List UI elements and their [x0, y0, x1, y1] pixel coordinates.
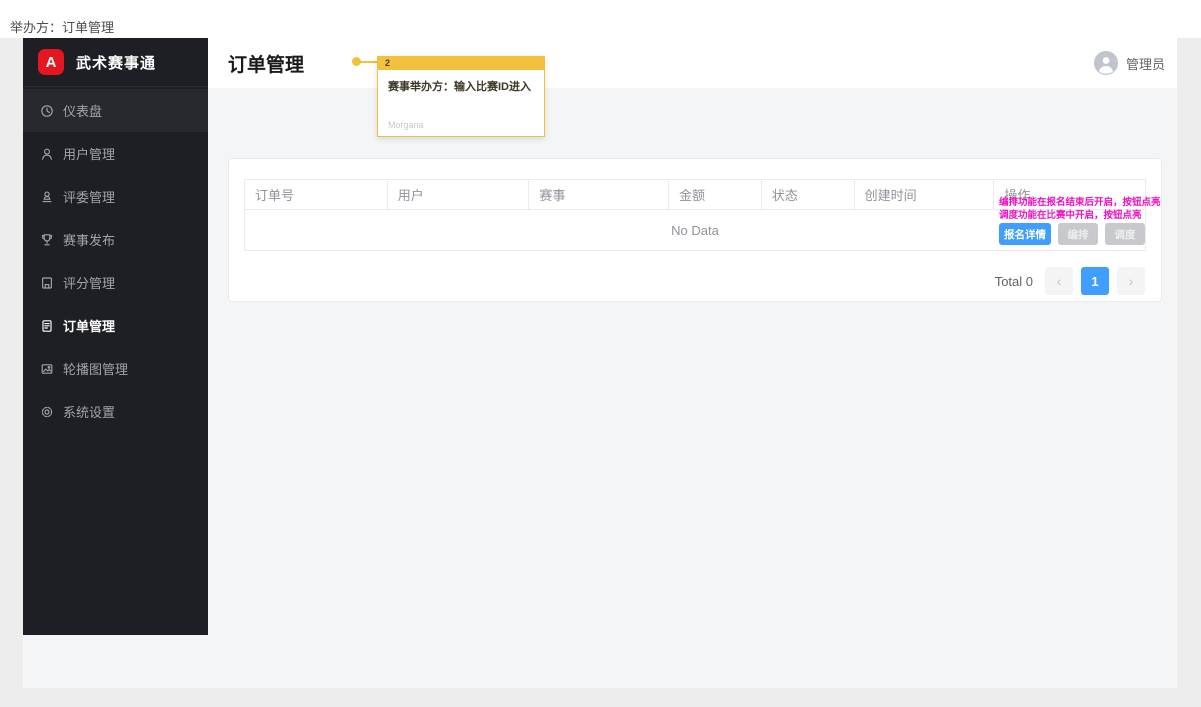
judge-icon — [40, 190, 54, 204]
app-title: 武术赛事通 — [76, 54, 157, 72]
sidebar: A 武术赛事通 仪表盘用户管理评委管理赛事发布评分管理订单管理轮播图管理系统设置 — [23, 38, 208, 635]
sidebar-item-orders[interactable]: 订单管理 — [23, 304, 208, 347]
operation-note: 编排功能在报名结束后开启，按钮点亮 调度功能在比赛中开启，按钮点亮 — [999, 197, 1161, 222]
annotation-tooltip: 2 赛事举办方：输入比赛ID进入 Morgana — [377, 56, 545, 137]
orders-card: 订单号 用户 赛事 金额 状态 创建时间 操作 No Data 编排功能在报名结束后开启，按… — [228, 158, 1162, 302]
pagination: Total 0 ‹ 1 › — [995, 267, 1145, 295]
order-icon — [40, 319, 54, 333]
avatar-icon — [1093, 51, 1118, 75]
arrange-button: 编排 — [1058, 223, 1098, 245]
dashboard-icon — [40, 104, 54, 118]
signup-detail-button[interactable]: 报名详情 — [999, 223, 1051, 245]
sidebar-menu: 仪表盘用户管理评委管理赛事发布评分管理订单管理轮播图管理系统设置 — [23, 87, 208, 433]
user-icon — [40, 147, 54, 161]
sidebar-item-label: 用户管理 — [63, 147, 116, 162]
operation-note-line1: 编排功能在报名结束后开启，按钮点亮 — [999, 197, 1161, 208]
page-1-button[interactable]: 1 — [1081, 267, 1109, 295]
app-frame: A 武术赛事通 仪表盘 用户管理 评委管理 赛事发布 评分管理 订单管理 轮播图管理 系统设置… — [23, 38, 1177, 688]
sidebar-item-label: 订单管理 — [63, 319, 116, 334]
annotation-line — [358, 60, 378, 63]
dispatch-button: 调度 — [1105, 223, 1145, 245]
settings-icon — [40, 405, 54, 419]
page-caption: 举办方：订单管理 — [10, 20, 115, 35]
page-caption-bar: 举办方：订单管理 — [0, 0, 1201, 38]
sidebar-item-dashboard[interactable]: 仪表盘 — [23, 89, 208, 132]
carousel-icon — [40, 362, 54, 376]
column-header-1: 订单号 — [245, 180, 388, 209]
next-page-button[interactable]: › — [1117, 267, 1145, 295]
sidebar-item-label: 赛事发布 — [63, 233, 116, 248]
pagination-total: Total 0 — [994, 273, 1033, 289]
sidebar-item-label: 系统设置 — [63, 405, 116, 420]
app-logo: A 武术赛事通 — [23, 38, 208, 87]
score-icon — [40, 276, 54, 290]
sidebar-item-label: 评分管理 — [63, 276, 116, 291]
column-header-5: 状态 — [762, 180, 855, 209]
sidebar-item-label: 仪表盘 — [63, 104, 103, 119]
user-name: 管理员 — [1125, 56, 1165, 72]
empty-text: No Data — [671, 222, 719, 238]
operation-buttons: 报名详情 编排 调度 — [999, 223, 1145, 245]
page-title: 订单管理 — [228, 54, 305, 76]
trophy-icon — [40, 233, 54, 247]
sidebar-item-label: 评委管理 — [63, 190, 116, 205]
user-menu[interactable]: 管理员 — [1093, 51, 1165, 75]
prev-page-button[interactable]: ‹ — [1045, 267, 1073, 295]
sidebar-item-carousel[interactable]: 轮播图管理 — [23, 347, 208, 390]
logo-icon: A — [38, 49, 64, 75]
sidebar-item-label: 轮播图管理 — [63, 362, 129, 377]
sidebar-item-scores[interactable]: 评分管理 — [23, 261, 208, 304]
annotation-watermark: Morgana — [388, 120, 424, 130]
sidebar-item-events[interactable]: 赛事发布 — [23, 218, 208, 261]
annotation-badge: 2 — [378, 57, 544, 70]
column-header-3: 赛事 — [529, 180, 670, 209]
column-header-2: 用户 — [388, 180, 530, 209]
sidebar-item-settings[interactable]: 系统设置 — [23, 390, 208, 433]
annotation-text: 赛事举办方：输入比赛ID进入 — [388, 81, 531, 93]
column-header-6: 创建时间 — [855, 180, 995, 209]
operation-note-line2: 调度功能在比赛中开启，按钮点亮 — [999, 209, 1142, 221]
sidebar-item-users[interactable]: 用户管理 — [23, 132, 208, 175]
sidebar-item-judges[interactable]: 评委管理 — [23, 175, 208, 218]
column-header-4: 金额 — [669, 180, 762, 209]
